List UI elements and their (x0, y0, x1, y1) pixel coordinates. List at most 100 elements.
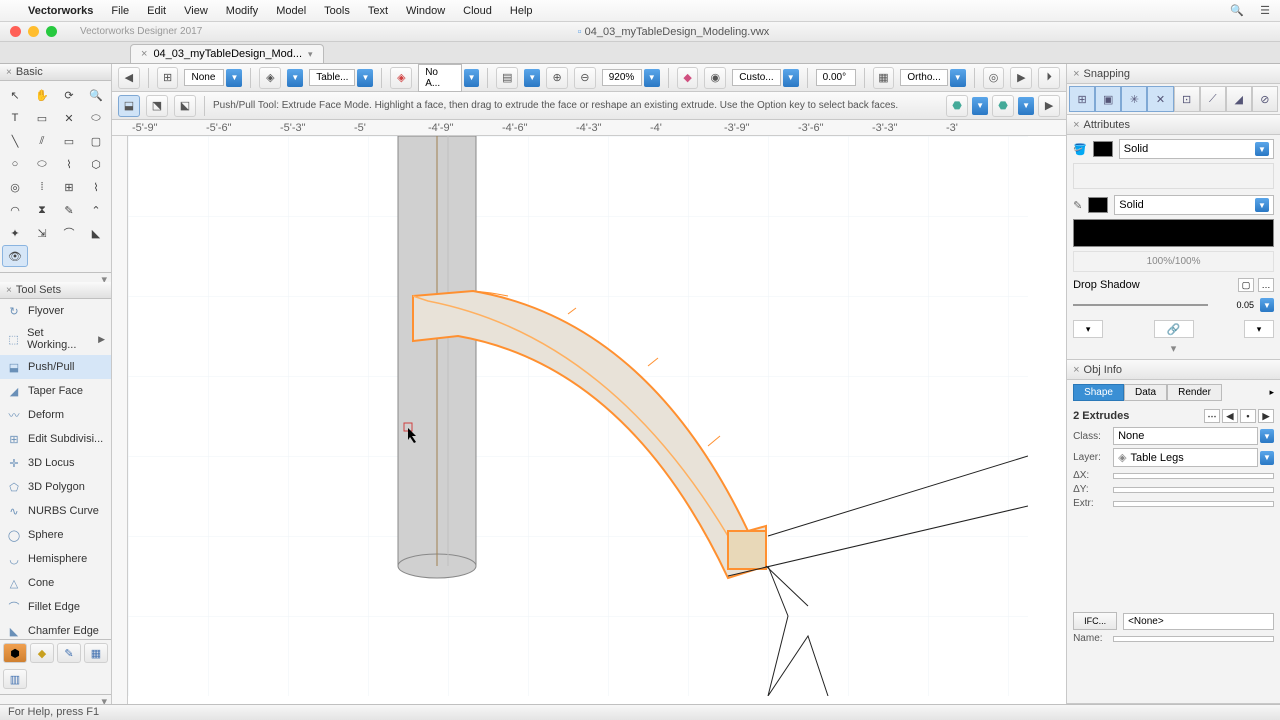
menu-model[interactable]: Model (276, 5, 306, 17)
window-zoom-button[interactable] (46, 26, 57, 37)
render-button[interactable]: ◆ (677, 67, 699, 89)
dx-field[interactable] (1113, 473, 1274, 479)
name-field[interactable] (1113, 636, 1274, 642)
spiral-tool[interactable]: ◎ (2, 176, 28, 198)
toolset-item-chamfer-edge[interactable]: ◣Chamfer Edge (0, 619, 111, 639)
toolset-item-sphere[interactable]: ◯Sphere (0, 523, 111, 547)
class-dropdown[interactable]: No A...▼ (418, 64, 479, 92)
ifc-button[interactable]: IFC... (1073, 612, 1117, 630)
menu-text[interactable]: Text (368, 5, 388, 17)
text-tool[interactable]: T (2, 107, 28, 129)
freehand-tool[interactable]: ⌇ (83, 176, 109, 198)
tab-overflow-icon[interactable]: ▸ (1269, 387, 1274, 398)
help-a-button[interactable]: ⬣ (946, 95, 968, 117)
zoom-dropdown[interactable]: 920%▼ (602, 69, 660, 87)
toolset-item-cone[interactable]: △Cone (0, 571, 111, 595)
rect-tool[interactable]: ▭ (29, 107, 55, 129)
fill-bucket-icon[interactable]: 🪣 (1073, 143, 1087, 156)
nav-back-button[interactable]: ◀ (118, 67, 140, 89)
window-close-button[interactable] (10, 26, 21, 37)
pan-tool[interactable]: ✋ (29, 84, 55, 106)
polygon-tool[interactable]: ⬡ (83, 153, 109, 175)
render-mode-button[interactable]: ◉ (704, 67, 726, 89)
snap-object-button[interactable]: ▣ (1095, 86, 1121, 112)
eyedrop-tool[interactable]: ⁞ (29, 176, 55, 198)
line-weight-chev[interactable]: ▼ (1260, 298, 1274, 312)
tab-render[interactable]: Render (1167, 384, 1222, 401)
layer-chev[interactable]: ▼ (287, 69, 303, 87)
menu-view[interactable]: View (184, 5, 208, 17)
zoom-in-button[interactable]: ⊕ (546, 67, 568, 89)
circle-tool[interactable]: ○ (2, 153, 28, 175)
palette-close-icon[interactable]: × (6, 67, 12, 78)
palette-resize-icon[interactable]: ▾ (0, 272, 111, 280)
marker-end[interactable]: ▾ (1244, 320, 1274, 338)
toolset-item-push-pull[interactable]: ⬓Push/Pull (0, 355, 111, 379)
menu-tools[interactable]: Tools (324, 5, 350, 17)
oval-tool[interactable]: ⬭ (29, 153, 55, 175)
tab-chevron-icon[interactable]: ▾ (308, 49, 313, 60)
snap-edge-button[interactable]: ◢ (1226, 86, 1252, 112)
rectangle-tool[interactable]: ▭ (56, 130, 82, 152)
help-b-chev[interactable]: ▼ (1018, 95, 1034, 117)
snap-grid-button[interactable]: ⊞ (1069, 86, 1095, 112)
snapping-close-icon[interactable]: × (1073, 68, 1079, 80)
attribute-tool[interactable]: ✎ (56, 199, 82, 221)
selection-tool[interactable]: ↖ (2, 84, 28, 106)
tab-close-icon[interactable]: × (141, 48, 147, 60)
nav-next-button[interactable]: ▶ (1010, 67, 1032, 89)
zoom-tool[interactable]: 🔍 (83, 84, 109, 106)
class-button[interactable]: ◈ (390, 67, 412, 89)
unified-view-button[interactable]: ◎ (983, 67, 1005, 89)
class-dropdown[interactable]: None (1113, 427, 1258, 445)
mode-split-button[interactable]: ⬕ (174, 95, 196, 117)
help-a-chev[interactable]: ▼ (972, 95, 988, 117)
menu-help[interactable]: Help (510, 5, 533, 17)
tab-data[interactable]: Data (1124, 384, 1167, 401)
toolset-resize-icon[interactable]: ▾ (0, 694, 111, 702)
layer-button[interactable]: ◈ (259, 67, 281, 89)
toolset-item-3d-locus[interactable]: ✛3D Locus (0, 451, 111, 475)
dy-field[interactable] (1113, 487, 1274, 493)
menu-window[interactable]: Window (406, 5, 445, 17)
snap-intersect-button[interactable]: ✕ (1147, 86, 1173, 112)
sel-options-button[interactable]: ⋯ (1204, 409, 1220, 423)
sel-prev-button[interactable]: ◀ (1222, 409, 1238, 423)
sel-next-button[interactable]: ▶ (1258, 409, 1274, 423)
fill-swatch[interactable] (1093, 141, 1113, 157)
clip-tool[interactable]: ⌒ (56, 222, 82, 244)
toolset-item-deform[interactable]: 〰Deform (0, 403, 111, 427)
layer-dropdown-field[interactable]: ◈Table Legs (1113, 448, 1258, 467)
toolset-item-3d-polygon[interactable]: ⬠3D Polygon (0, 475, 111, 499)
projection-dropdown[interactable]: Ortho...▼ (900, 69, 965, 87)
rounded-rect-tool[interactable]: ▢ (83, 130, 109, 152)
marker-start[interactable]: ▾ (1073, 320, 1103, 338)
layer-dropdown[interactable]: Table...▼ (309, 69, 373, 87)
menu-cloud[interactable]: Cloud (463, 5, 492, 17)
toolset-item-hemisphere[interactable]: ◡Hemisphere (0, 547, 111, 571)
double-line-tool[interactable]: ⫽ (29, 130, 55, 152)
snap-distance-button[interactable]: ⟋ (1200, 86, 1226, 112)
toolset-item-nurbs-curve[interactable]: ∿NURBS Curve (0, 499, 111, 523)
toolset-cat-3[interactable]: ✎ (57, 643, 81, 663)
flyover-tool[interactable]: ⟳ (56, 84, 82, 106)
help-next-button[interactable]: ▶ (1038, 95, 1060, 117)
drawing-canvas[interactable] (128, 136, 1066, 704)
mode-extrude-button[interactable]: ⬓ (118, 95, 140, 117)
polyline-tool[interactable]: ⌇ (56, 153, 82, 175)
opacity-display[interactable]: 100%/100% (1073, 251, 1274, 272)
toolset-item-taper-face[interactable]: ◢Taper Face (0, 379, 111, 403)
chamfer-tool[interactable]: ◣ (83, 222, 109, 244)
spotlight-icon[interactable]: 🔍 (1230, 4, 1244, 17)
grid-tool[interactable]: ⊞ (56, 176, 82, 198)
render-dropdown[interactable]: Custo...▼ (732, 69, 798, 87)
extr-field[interactable] (1113, 501, 1274, 507)
toolset-item-set-working-[interactable]: ⬚Set Working...▶ (0, 323, 111, 355)
fit-button[interactable]: ⊞ (157, 67, 179, 89)
locus-tool[interactable]: ✦ (2, 222, 28, 244)
menu-edit[interactable]: Edit (147, 5, 166, 17)
nav-end-button[interactable]: ⏵ (1038, 67, 1060, 89)
arc-tool[interactable]: ◠ (2, 199, 28, 221)
objinfo-close-icon[interactable]: × (1073, 364, 1079, 376)
line-tool[interactable]: ╲ (2, 130, 28, 152)
